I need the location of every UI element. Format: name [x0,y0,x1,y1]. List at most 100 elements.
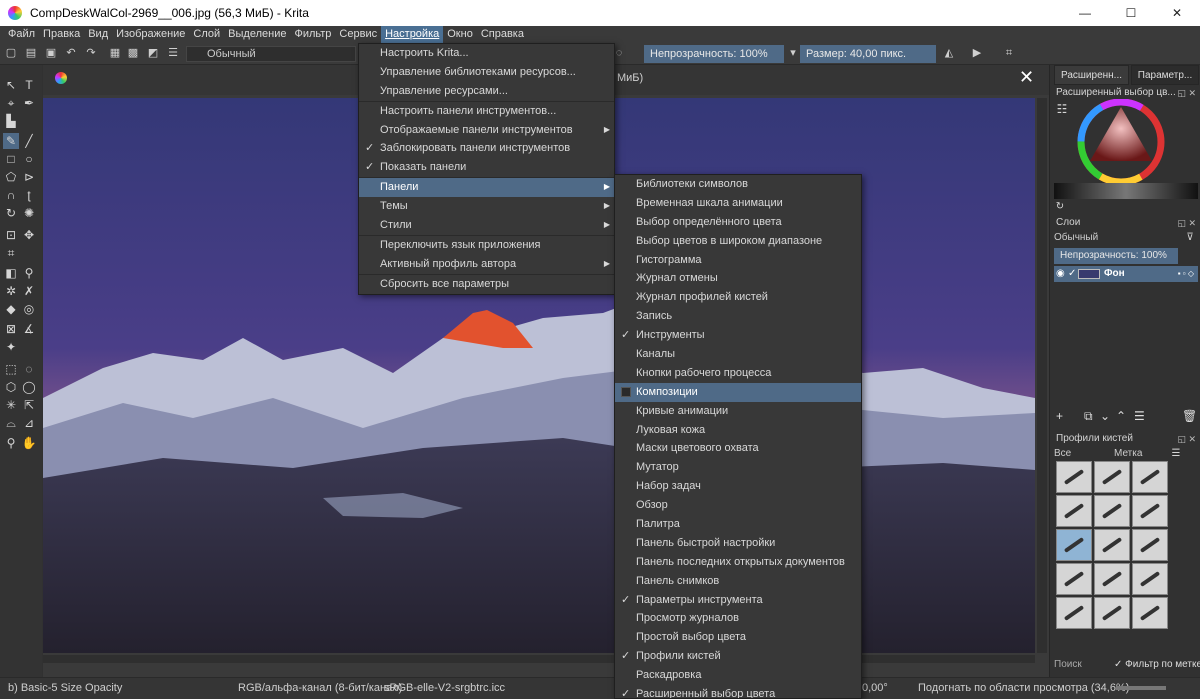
opacity-dropdown-icon[interactable]: ▾ [786,46,800,60]
similar-select-tool-icon[interactable]: ⇱ [21,397,37,413]
line-tool-icon[interactable]: ╱ [21,133,37,149]
status-zoom[interactable]: Подогнать по области просмотра (34,6%) [918,682,1129,694]
text-tool-icon[interactable]: T [21,77,37,93]
tab-advanced-color-selector[interactable]: Расширенн... [1054,65,1129,85]
docker-menu-item[interactable]: Журнал отмены [615,269,861,288]
polygon-tool-icon[interactable]: ⬠ [3,169,19,185]
ellipse-tool-icon[interactable]: ○ [21,151,37,167]
docker-menu-item[interactable]: Просмотр журналов [615,609,861,628]
docker-menu-item[interactable]: Выбор цветов в широком диапазоне [615,232,861,251]
docker-menu-item[interactable]: ✓ Расширенный выбор цвета [615,685,861,698]
rect-select-tool-icon[interactable]: ⬚ [3,361,19,377]
redo-icon[interactable]: ↷ [84,46,98,60]
brush-preset[interactable] [1132,597,1168,629]
layers-opacity-slider[interactable]: Непрозрачность: 100% [1054,248,1178,264]
docker-menu-item[interactable]: Библиотеки символов [615,175,861,194]
docker-menu-item[interactable]: Обзор [615,496,861,515]
tab-tool-options[interactable]: Параметр... [1130,65,1199,85]
menu-layer[interactable]: Слой [189,26,224,43]
settings-menu-item[interactable]: Переключить язык приложения [359,236,614,255]
docker-menu-item[interactable]: Композиции [615,382,861,402]
status-brush-name[interactable]: b) Basic-5 Size Opacity [8,682,122,694]
layer-row[interactable]: ◉ ✓ Фон ▪ ▫ ◇ [1054,266,1198,282]
freehand-select-tool-icon[interactable]: ◯ [21,379,37,395]
horizontal-scrollbar[interactable] [43,655,1035,663]
menu-settings[interactable]: Настройка [381,26,444,43]
brush-preset[interactable] [1056,597,1092,629]
swap-colors-icon[interactable]: ◩ [146,46,160,60]
reference-images-tool-icon[interactable]: ✦ [3,339,19,355]
brush-preset[interactable] [1056,563,1092,595]
layers-blend-select[interactable]: Обычный [1054,231,1178,245]
opacity-slider[interactable]: Непрозрачность: 100% [644,45,784,63]
docker-menu-item[interactable]: Панель снимков [615,572,861,591]
menu-file[interactable]: Файл [4,26,39,43]
move-tool-icon[interactable]: ✥ [21,227,37,243]
layer-properties-icon[interactable]: ☰ [1134,409,1145,423]
measure-tool-icon[interactable]: ∡ [21,321,37,337]
zoom-slider[interactable] [1116,686,1166,690]
menu-help[interactable]: Справка [477,26,528,43]
crop-tool-icon[interactable]: ⌗ [3,245,19,261]
gradient-edit-tool-icon[interactable]: ▙ [3,113,19,129]
brush-settings-icon[interactable]: ☰ [166,46,180,60]
color-history-strip[interactable] [1054,183,1198,199]
docker-menu-item[interactable]: Каналы [615,345,861,364]
menu-view[interactable]: Вид [84,26,112,43]
layer-checkbox-icon[interactable]: ✓ [1068,266,1076,282]
docker-menu-item[interactable]: Луковая кожа [615,421,861,440]
menu-window[interactable]: Окно [443,26,477,43]
brush-preset[interactable] [1094,495,1130,527]
menu-filter[interactable]: Фильтр [290,26,335,43]
docker-menu-item[interactable]: Временная шкала анимации [615,194,861,213]
docker-menu-item[interactable]: Панель последних открытых документов [615,553,861,572]
open-document-icon[interactable]: ▤ [24,46,38,60]
docker-menu-item[interactable]: Кнопки рабочего процесса [615,364,861,383]
close-document-icon[interactable]: ✕ [1019,67,1034,88]
settings-menu-item[interactable]: Активный профиль автора ▶ [359,255,614,274]
brush-filter-select[interactable]: Все [1054,447,1112,461]
transform-tool-icon[interactable]: ⊡ [3,227,19,243]
polyline-tool-icon[interactable]: ⊳ [21,169,37,185]
color-wheel[interactable] [1076,99,1166,185]
freehand-path-tool-icon[interactable]: ʈ [21,187,37,203]
brush-preset[interactable] [1132,563,1168,595]
multibrush-tool-icon[interactable]: ✺ [21,205,37,221]
mirror-vertical-icon[interactable]: ▶ [970,46,984,60]
docker-menu-item[interactable]: Гистограмма [615,251,861,270]
ellipse-select-tool-icon[interactable]: ◌ [21,361,37,377]
select-shape-tool-icon[interactable]: ↖ [3,77,19,93]
docker-menu-item[interactable]: Простой выбор цвета [615,628,861,647]
docker-menu-item[interactable]: ✓ Параметры инструмента [615,591,861,610]
layer-filter-icon[interactable]: ⊽ [1182,230,1198,246]
brush-search-input[interactable]: Поиск [1054,659,1114,673]
menu-tools[interactable]: Сервис [335,26,381,43]
brush-preset[interactable] [1132,461,1168,493]
duplicate-layer-icon[interactable]: ⧉ [1084,409,1093,424]
pan-tool-icon[interactable]: ✋ [21,435,37,451]
docker-menu-item[interactable]: Панель быстрой настройки [615,534,861,553]
docker-menu-item[interactable]: ✓ Инструменты [615,326,861,345]
brush-preset[interactable] [1094,529,1130,561]
delete-layer-icon[interactable]: 🗑 [1182,409,1197,423]
gradient-tool-icon[interactable]: ◧ [3,265,19,281]
settings-menu-item[interactable]: Стили ▶ [359,216,614,235]
docker-menu-item[interactable]: Запись [615,307,861,326]
new-document-icon[interactable]: ▢ [4,46,18,60]
settings-menu-item[interactable]: Настроить панели инструментов... [359,102,614,121]
brush-preset[interactable] [1132,529,1168,561]
blend-mode-select[interactable]: Обычный [186,46,356,62]
layers-float-close-icon[interactable]: ◱ ✕ [1177,215,1196,231]
smart-patch-tool-icon[interactable]: ✗ [21,283,37,299]
docker-menu-item[interactable]: Маски цветового охвата [615,439,861,458]
enclose-fill-tool-icon[interactable]: ◎ [21,301,37,317]
brush-view-mode-icon[interactable]: ☰ [1168,446,1184,462]
save-document-icon[interactable]: ▣ [44,46,58,60]
calligraphy-tool-icon[interactable]: ✒ [21,95,37,111]
polygon-select-tool-icon[interactable]: ⬡ [3,379,19,395]
rectangle-tool-icon[interactable]: □ [3,151,19,167]
move-layer-up-icon[interactable]: ⌃ [1116,409,1126,423]
docker-menu-item[interactable]: ✓ Профили кистей [615,647,861,666]
menu-edit[interactable]: Правка [39,26,84,43]
add-layer-icon[interactable]: + [1056,409,1063,423]
